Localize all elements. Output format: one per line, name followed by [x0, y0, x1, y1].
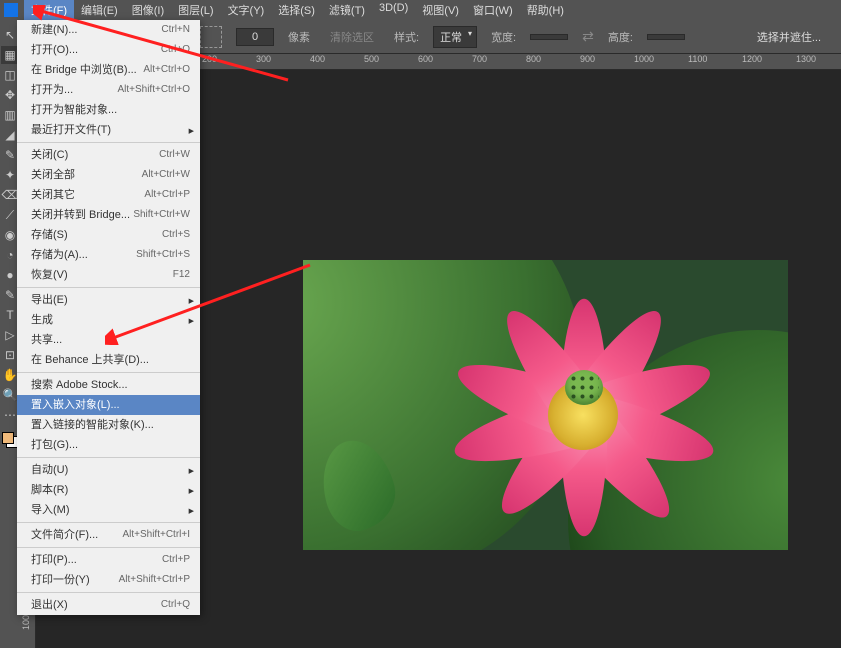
swap-dimensions-icon[interactable]: ⇄: [582, 28, 594, 45]
menu-item[interactable]: 打印一份(Y)Alt+Shift+Ctrl+P: [17, 570, 200, 590]
feather-value[interactable]: 0: [236, 28, 274, 46]
menu-item[interactable]: 打包(G)...: [17, 435, 200, 455]
menu-item[interactable]: 打印(P)...Ctrl+P: [17, 550, 200, 570]
menu-item[interactable]: 文件简介(F)...Alt+Shift+Ctrl+I: [17, 525, 200, 545]
marquee-tool-icon: [200, 26, 222, 48]
height-label: 高度:: [608, 29, 633, 45]
menu-item[interactable]: 关闭其它Alt+Ctrl+P: [17, 185, 200, 205]
menu-item[interactable]: 置入嵌入对象(L)...: [17, 395, 200, 415]
width-label: 宽度:: [491, 29, 516, 45]
menu-3D(D)[interactable]: 3D(D): [372, 0, 415, 21]
menu-item[interactable]: 打开(O)...Ctrl+O: [17, 40, 200, 60]
menu-item[interactable]: 在 Bridge 中浏览(B)...Alt+Ctrl+O: [17, 60, 200, 80]
file-menu-dropdown[interactable]: 新建(N)...Ctrl+N打开(O)...Ctrl+O在 Bridge 中浏览…: [17, 20, 200, 615]
menu-item[interactable]: 最近打开文件(T): [17, 120, 200, 140]
menu-item[interactable]: 自动(U): [17, 460, 200, 480]
menu-编辑(E)[interactable]: 编辑(E): [74, 0, 125, 21]
menu-item[interactable]: 打开为智能对象...: [17, 100, 200, 120]
menu-item[interactable]: 恢复(V)F12: [17, 265, 200, 285]
document-image[interactable]: [303, 260, 788, 550]
color-swatch[interactable]: [2, 432, 18, 448]
menu-item[interactable]: 存储(S)Ctrl+S: [17, 225, 200, 245]
app-logo-icon: [4, 3, 18, 17]
menu-图层(L)[interactable]: 图层(L): [171, 0, 220, 21]
menu-窗口(W)[interactable]: 窗口(W): [466, 0, 520, 21]
menu-item[interactable]: 退出(X)Ctrl+Q: [17, 595, 200, 615]
height-input[interactable]: [647, 34, 685, 40]
menu-图像(I)[interactable]: 图像(I): [125, 0, 171, 21]
menu-文字(Y)[interactable]: 文字(Y): [221, 0, 272, 21]
menu-item[interactable]: 打开为...Alt+Shift+Ctrl+O: [17, 80, 200, 100]
menu-item[interactable]: 关闭全部Alt+Ctrl+W: [17, 165, 200, 185]
width-input[interactable]: [530, 34, 568, 40]
menu-item[interactable]: 生成: [17, 310, 200, 330]
menu-滤镜(T)[interactable]: 滤镜(T): [322, 0, 372, 21]
style-dropdown[interactable]: 正常: [433, 26, 477, 48]
menu-item[interactable]: 脚本(R): [17, 480, 200, 500]
menu-帮助(H)[interactable]: 帮助(H): [520, 0, 571, 21]
menu-文件(F)[interactable]: 文件(F): [24, 0, 74, 21]
menu-item[interactable]: 在 Behance 上共享(D)...: [17, 350, 200, 370]
clear-selection-button[interactable]: 清除选区: [324, 27, 380, 47]
menu-item[interactable]: 新建(N)...Ctrl+N: [17, 20, 200, 40]
menubar: 文件(F)编辑(E)图像(I)图层(L)文字(Y)选择(S)滤镜(T)3D(D)…: [0, 0, 841, 20]
menu-item[interactable]: 关闭(C)Ctrl+W: [17, 145, 200, 165]
menu-item[interactable]: 关闭并转到 Bridge...Shift+Ctrl+W: [17, 205, 200, 225]
style-label: 样式:: [394, 29, 419, 45]
select-and-mask-button[interactable]: 选择并遮住...: [757, 29, 821, 45]
px-label: 像素: [288, 29, 310, 45]
menu-item[interactable]: 导入(M): [17, 500, 200, 520]
lotus-flower: [423, 285, 763, 525]
menu-item[interactable]: 共享...: [17, 330, 200, 350]
menu-视图(V)[interactable]: 视图(V): [415, 0, 466, 21]
menu-item[interactable]: 存储为(A)...Shift+Ctrl+S: [17, 245, 200, 265]
menu-item[interactable]: 置入链接的智能对象(K)...: [17, 415, 200, 435]
menu-item[interactable]: 导出(E): [17, 290, 200, 310]
menu-选择(S)[interactable]: 选择(S): [271, 0, 322, 21]
menu-item[interactable]: 搜索 Adobe Stock...: [17, 375, 200, 395]
